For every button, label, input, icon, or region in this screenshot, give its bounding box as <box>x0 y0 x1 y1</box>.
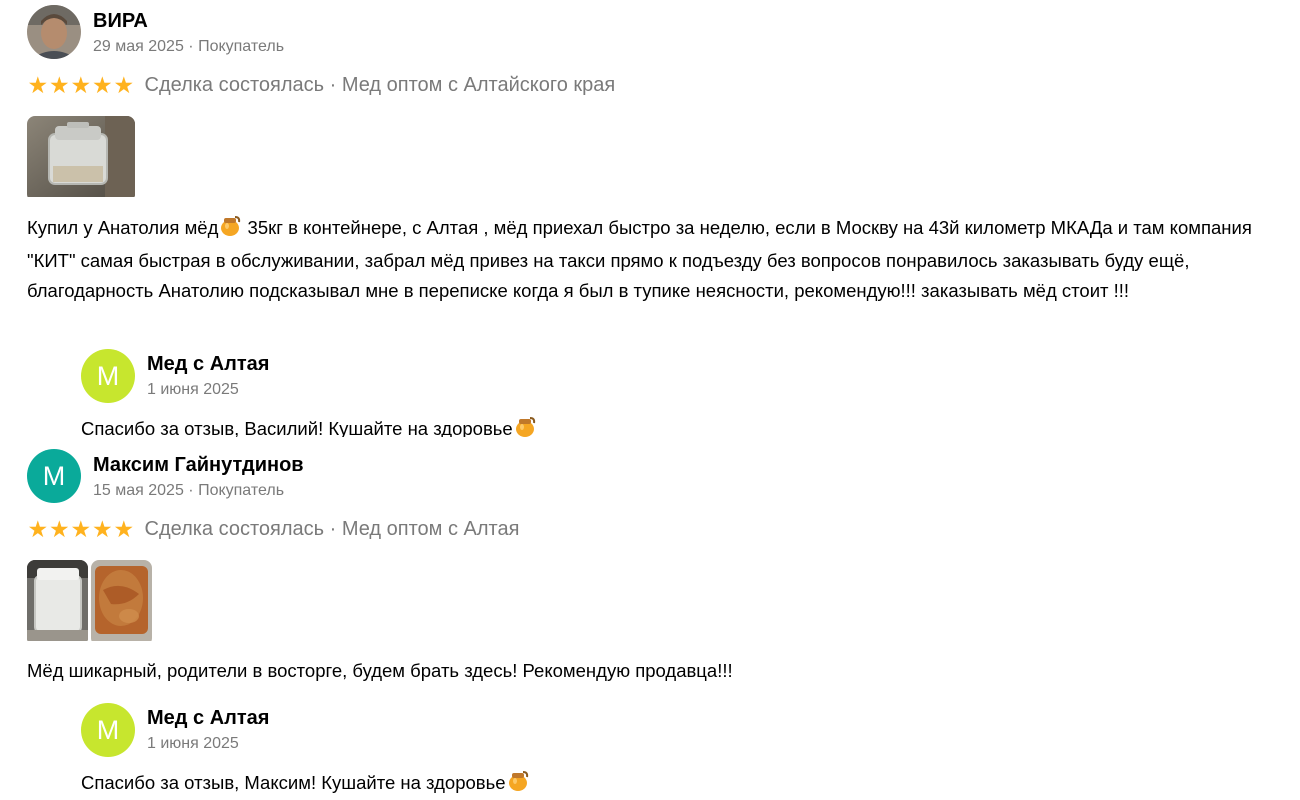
seller-name[interactable]: Мед с Алтая <box>147 706 269 730</box>
honey-pot-icon <box>507 770 529 799</box>
review-text: Мёд шикарный, родители в восторге, будем… <box>27 660 733 681</box>
star-icon: ★ <box>27 516 49 542</box>
reply-date: 1 июня 2025 <box>147 381 239 398</box>
honey-pot-icon <box>219 215 241 246</box>
review-card: ВИРА 29 мая 2025 · Покупатель ★ ★ ★ ★ ★ Сдел… <box>0 0 1300 437</box>
seller-name[interactable]: Мед с Алтая <box>147 352 269 376</box>
star-icon: ★ <box>91 72 113 98</box>
seller-avatar[interactable]: М <box>81 349 135 403</box>
star-icon: ★ <box>113 516 135 542</box>
star-icon: ★ <box>27 72 49 98</box>
deal-status: Сделка состоялась · Мед оптом с Алтая <box>144 517 520 540</box>
star-icon: ★ <box>48 72 70 98</box>
review-date: 15 мая 2025 · Покупатель <box>93 482 285 499</box>
star-icon: ★ <box>70 516 92 542</box>
seller-avatar[interactable]: М <box>81 703 135 757</box>
star-icon: ★ <box>113 72 135 98</box>
reply-text: Спасибо за отзыв, Василий! Кушайте на зд… <box>81 416 537 437</box>
star-icon: ★ <box>48 516 70 542</box>
reply-text: Спасибо за отзыв, Максим! Кушайте на здо… <box>81 770 530 799</box>
reviewer-name[interactable]: Максим Гайнутдинов <box>93 453 304 477</box>
review-date: 29 мая 2025 · Покупатель <box>93 38 285 55</box>
review-photo[interactable] <box>27 116 135 202</box>
avatar[interactable]: М <box>27 449 81 503</box>
review-photo[interactable] <box>27 560 88 646</box>
review-text: Купил у Анатолия мёд 35кг в контейнере, … <box>27 215 1252 301</box>
review-photo[interactable] <box>91 560 152 646</box>
honey-pot-icon <box>514 416 536 437</box>
deal-status: Сделка состоялась · Мед оптом с Алтайско… <box>144 73 616 96</box>
avatar[interactable] <box>27 5 81 59</box>
review-card: М Максим Гайнутдинов 15 мая 2025 · Покуп… <box>0 445 1300 800</box>
star-icon: ★ <box>91 516 113 542</box>
review-photos <box>27 560 152 646</box>
review-rating: ★ ★ ★ ★ ★ Сделка состоялась · Мед оптом с Ал… <box>27 72 615 98</box>
star-rating: ★ ★ ★ ★ ★ <box>27 516 135 542</box>
reply-date: 1 июня 2025 <box>147 735 239 752</box>
review-photos <box>27 116 135 202</box>
star-rating: ★ ★ ★ ★ ★ <box>27 72 135 98</box>
review-rating: ★ ★ ★ ★ ★ Сделка состоялась · Мед оптом с Ал… <box>27 516 519 542</box>
reviewer-name[interactable]: ВИРА <box>93 9 148 33</box>
star-icon: ★ <box>70 72 92 98</box>
